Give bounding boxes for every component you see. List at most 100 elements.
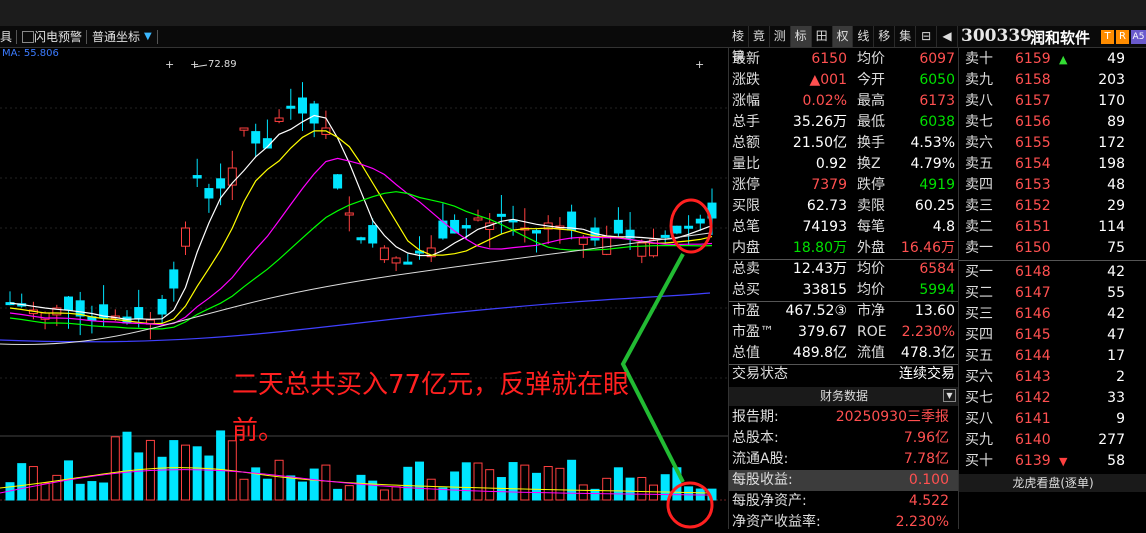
level-label: 卖七: [965, 114, 993, 130]
buy-row[interactable]: 买三 6146 42: [959, 304, 1146, 325]
window-icon[interactable]: ⊟: [916, 26, 938, 47]
kline-svg[interactable]: + + +: [0, 48, 728, 529]
sell-row[interactable]: 卖一 6150 75: [959, 238, 1146, 259]
level-price: 6151: [1015, 219, 1051, 235]
finance-row: 流通A股: 7.78亿: [729, 449, 959, 470]
quote-label: 涨跌: [732, 72, 760, 88]
level-price: 6143: [1015, 369, 1051, 385]
quote-value: 0.02%: [802, 93, 847, 109]
volume-bar: [520, 464, 530, 501]
checkbox-icon[interactable]: [22, 31, 34, 43]
buy-row[interactable]: 买六 6143 2: [959, 367, 1146, 388]
quote-value: 478.3亿: [900, 345, 955, 361]
sell-row[interactable]: 卖七 6156 89: [959, 112, 1146, 133]
level-label: 卖六: [965, 135, 993, 151]
tab-grid[interactable]: 田: [812, 26, 833, 47]
quote-value: 379.67: [798, 324, 847, 340]
tab-set[interactable]: 集: [895, 26, 917, 47]
sell-row[interactable]: 卖八 6157 170: [959, 91, 1146, 112]
dropdown-icon[interactable]: ▼: [144, 29, 152, 45]
quote-value: 6097: [919, 51, 955, 67]
finance-header[interactable]: 财务数据 ▼: [729, 387, 959, 406]
buy-row[interactable]: 买二 6147 55: [959, 283, 1146, 304]
tab-auction[interactable]: 竟: [749, 26, 770, 47]
candle: [356, 237, 366, 241]
volume-bar: [309, 468, 319, 501]
level-volume: 2: [1116, 369, 1125, 385]
quote-value: 4.53%: [910, 135, 955, 151]
sell-row[interactable]: 卖四 6153 48: [959, 175, 1146, 196]
quote-row: 总额 21.50亿 换手 4.53%: [729, 133, 959, 154]
buy-row[interactable]: 买七 6142 33: [959, 388, 1146, 409]
level-label: 卖三: [965, 198, 993, 214]
badge-r: R: [1116, 30, 1129, 44]
level-price: 6139: [1015, 453, 1051, 469]
finance-value: 0.100: [908, 472, 949, 488]
buy-row[interactable]: 买四 6145 47: [959, 325, 1146, 346]
candle: [602, 235, 612, 255]
finance-title: 财务数据: [819, 389, 868, 403]
volume-bar: [625, 477, 635, 501]
sell-row[interactable]: 卖三 6152 29: [959, 196, 1146, 217]
level-volume: 203: [1098, 72, 1125, 88]
level-label: 买四: [965, 327, 993, 343]
tab-rights[interactable]: 权: [832, 26, 854, 47]
flash-alert-button[interactable]: 闪电预警: [34, 29, 82, 45]
candle: [169, 269, 179, 289]
kline-chart[interactable]: + + + 二天总共买入77亿元，反弹就在眼 前。 72.89: [0, 48, 728, 529]
toolbar-divider: [16, 30, 17, 44]
tab-test[interactable]: 测: [770, 26, 791, 47]
tab-standard[interactable]: 标: [790, 26, 812, 47]
buy-row[interactable]: 买八 6141 9: [959, 409, 1146, 430]
dragon-tiger-tab[interactable]: 龙虎看盘(逐单): [959, 474, 1146, 492]
volume-bar: [473, 462, 483, 501]
badge-t: T: [1101, 30, 1114, 44]
sell-row[interactable]: 卖九 6158 203: [959, 70, 1146, 91]
quote-label: 换Z: [857, 156, 881, 172]
finance-label: 总股本:: [732, 430, 779, 446]
quote-value: 16.46万: [900, 240, 955, 256]
level-volume: 55: [1107, 285, 1125, 301]
candle: [391, 257, 401, 264]
tab-line[interactable]: 线: [853, 26, 875, 47]
candle: [204, 188, 214, 199]
candle: [274, 117, 284, 122]
quote-value: 6584: [919, 261, 955, 277]
tab-prism[interactable]: 棱镜: [728, 26, 749, 63]
buy-row[interactable]: 买十 6139 ▼ 58: [959, 451, 1146, 472]
sell-row[interactable]: 卖六 6155 172: [959, 133, 1146, 154]
candle: [379, 247, 389, 261]
volume-bar: [508, 462, 518, 501]
coordinate-select[interactable]: 普通坐标: [92, 29, 140, 45]
collapse-icon[interactable]: ◀: [937, 26, 958, 47]
buy-row[interactable]: 买九 6140 277: [959, 430, 1146, 451]
expand-icon[interactable]: ▼: [943, 389, 956, 402]
level-price: 6145: [1015, 327, 1051, 343]
quote-value: 21.50亿: [792, 135, 847, 151]
buy-row[interactable]: 买一 6148 42: [959, 262, 1146, 283]
quote-value: 6150: [811, 51, 847, 67]
level-volume: 48: [1107, 177, 1125, 193]
ma5-line: [9, 114, 713, 320]
volume-bar: [157, 456, 167, 501]
level-price: 6142: [1015, 390, 1051, 406]
buy-row[interactable]: 买五 6144 17: [959, 346, 1146, 367]
level-price: 6155: [1015, 135, 1051, 151]
tab-move[interactable]: 移: [874, 26, 896, 47]
toolbar-item-tools[interactable]: 具: [0, 29, 12, 45]
cross-marker: +: [165, 58, 174, 71]
quote-row: 量比 0.92 换Z 4.79%: [729, 154, 959, 175]
sell-row[interactable]: 卖二 6151 114: [959, 217, 1146, 238]
arrow-down-icon: ▼: [1059, 455, 1068, 468]
level-volume: 114: [1098, 219, 1125, 235]
sell-row[interactable]: 卖五 6154 198: [959, 154, 1146, 175]
quote-value: 33815: [802, 282, 847, 298]
quote-label: 量比: [732, 156, 760, 172]
quote-label: 最新: [732, 51, 760, 67]
quote-value: 5994: [919, 282, 955, 298]
quote-value: 4.8: [932, 219, 955, 235]
level-label: 卖四: [965, 177, 993, 193]
sell-row[interactable]: 卖十 6159 ▲ 49: [959, 49, 1146, 70]
level-price: 6147: [1015, 285, 1051, 301]
level-price: 6158: [1015, 72, 1051, 88]
